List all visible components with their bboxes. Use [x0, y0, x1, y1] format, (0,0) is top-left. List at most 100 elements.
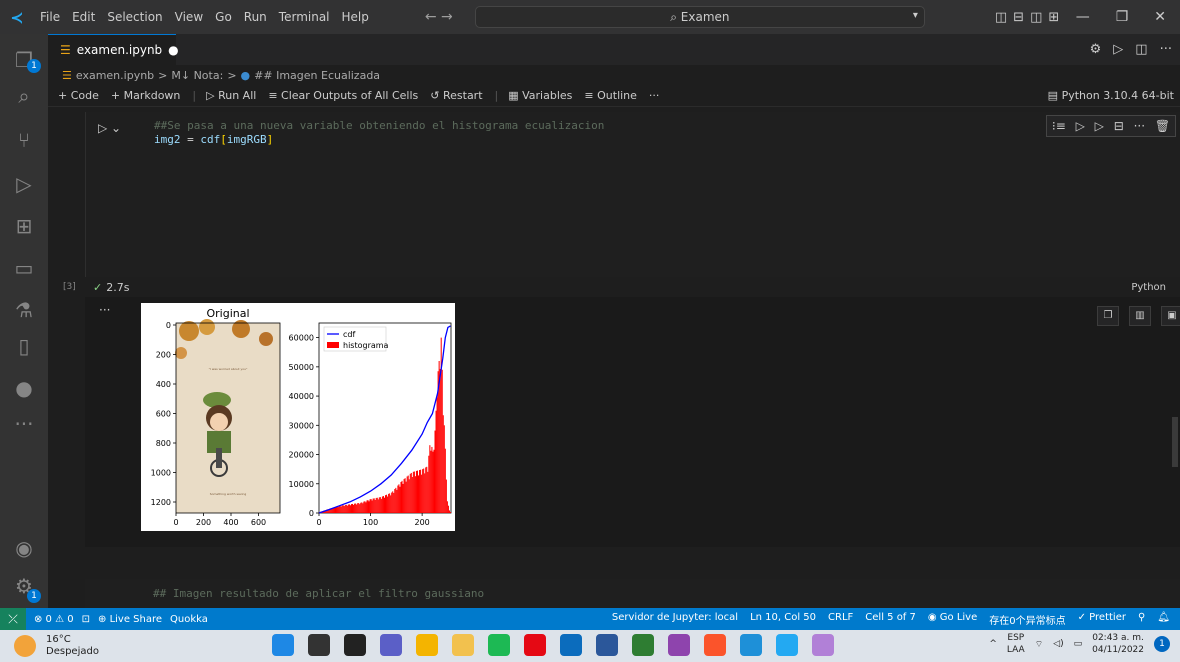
chevron-down-icon[interactable]: ▾ [913, 10, 918, 21]
accounts-icon[interactable]: ◉ [0, 536, 48, 560]
toggle-panel-icon[interactable]: ⊟ [1013, 10, 1024, 25]
scrollbar-thumb[interactable] [1172, 417, 1178, 467]
tray-chevron-icon[interactable]: ^ [989, 639, 997, 649]
clear-outputs-button[interactable]: ≡ Clear Outputs of All Cells [268, 89, 418, 102]
source-control-icon[interactable]: ⑂ [0, 128, 48, 152]
visual-studio-icon[interactable] [812, 634, 834, 656]
customize-layout-icon[interactable]: ⊞ [1048, 10, 1059, 25]
battery-icon[interactable]: ▭ [1074, 639, 1083, 649]
menu-run[interactable]: Run [238, 10, 273, 24]
minimize-icon[interactable]: — [1076, 9, 1090, 25]
cell-language[interactable]: Python [1131, 282, 1166, 293]
split-cell-icon[interactable]: ⊟ [1114, 119, 1124, 133]
notification-badge[interactable]: 1 [1154, 636, 1170, 652]
breadcrumb-section[interactable]: M↓ Nota: [171, 69, 223, 82]
cell-code[interactable]: ## Imagen resultado de aplicar el filtro… [153, 587, 484, 601]
menu-edit[interactable]: Edit [66, 10, 101, 24]
copy-output-icon[interactable]: ❐ [1097, 306, 1119, 326]
menu-help[interactable]: Help [336, 10, 375, 24]
nav-arrows[interactable]: ← → [425, 9, 465, 25]
cursor-position[interactable]: Ln 10, Col 50 [750, 612, 816, 627]
extensions-icon[interactable]: ⊞ [0, 214, 48, 238]
port-icon[interactable]: ⊡ [82, 614, 90, 625]
spotify-icon[interactable]: ● [0, 376, 48, 400]
breadcrumb-file[interactable]: examen.ipynb [76, 69, 154, 82]
photos-icon[interactable] [632, 634, 654, 656]
eol-status[interactable]: CRLF [828, 612, 853, 627]
delete-cell-icon[interactable]: 🗑 [1155, 119, 1170, 133]
cell-code[interactable]: ##Se pasa a una nueva variable obteniend… [154, 119, 604, 147]
brave-icon[interactable] [704, 634, 726, 656]
more-cell-icon[interactable]: ··· [1134, 119, 1145, 133]
open-plot-viewer-icon[interactable]: ▥ [1129, 306, 1151, 326]
more-icon[interactable]: ··· [0, 412, 48, 436]
liveshare-status[interactable]: ⊕ Live Share [98, 614, 162, 625]
quokka-status[interactable]: Quokka [170, 614, 208, 625]
bell-icon[interactable]: 🔔︎ [1157, 612, 1170, 627]
more-toolbar-button[interactable]: ··· [649, 89, 660, 102]
cell-position[interactable]: Cell 5 of 7 [865, 612, 916, 627]
spotify-icon[interactable] [488, 634, 510, 656]
run-by-line-icon[interactable]: ⁝≡ [1052, 119, 1066, 133]
toggle-secondary-sidebar-icon[interactable]: ◫ [1030, 10, 1042, 25]
variables-button[interactable]: ▦ Variables [508, 89, 572, 102]
weather-widget[interactable]: 16°C Despejado [14, 634, 99, 658]
prettier-status[interactable]: ✓ Prettier [1078, 612, 1126, 627]
add-code-button[interactable]: + Code [58, 89, 99, 102]
jupyter-icon[interactable]: ▯ [0, 334, 48, 358]
execute-below-icon[interactable]: ▷ [1095, 119, 1104, 133]
golive-status[interactable]: ◉ Go Live [928, 612, 977, 627]
testing-icon[interactable]: ⚗ [0, 298, 48, 322]
restore-icon[interactable]: ❐ [1116, 9, 1129, 25]
problems-status[interactable]: ⊗ 0 ⚠ 0 [34, 614, 74, 625]
punctuation-check-status[interactable]: 存在0个异常标点 [989, 612, 1065, 627]
outline-button[interactable]: ≡ Outline [584, 89, 637, 102]
teams-chat-icon[interactable] [380, 634, 402, 656]
output-more-icon[interactable]: ··· [99, 303, 110, 317]
add-markdown-button[interactable]: + Markdown [111, 89, 181, 102]
close-icon[interactable]: ✕ [1154, 9, 1166, 25]
windows-start-icon[interactable] [272, 634, 294, 656]
markdown-cell[interactable]: ## Imagen resultado de aplicar el filtro… [85, 579, 1180, 608]
run-icon[interactable]: ▷ [1113, 42, 1123, 57]
netflix-icon[interactable] [524, 634, 546, 656]
menu-terminal[interactable]: Terminal [273, 10, 336, 24]
more-actions-icon[interactable]: ··· [1160, 42, 1172, 57]
unsaved-dot-icon[interactable]: ● [168, 43, 178, 57]
search-icon[interactable]: ⌕ [0, 84, 48, 108]
feedback-icon[interactable]: ⚲ [1138, 612, 1145, 627]
vscode-icon[interactable] [776, 634, 798, 656]
run-all-button[interactable]: ▷ Run All [206, 89, 256, 102]
run-debug-icon[interactable]: ▷ [0, 172, 48, 196]
breadcrumb-item[interactable]: ## Imagen Ecualizada [254, 69, 380, 82]
word-icon[interactable] [596, 634, 618, 656]
menu-file[interactable]: File [34, 10, 66, 24]
task-view-icon[interactable] [344, 634, 366, 656]
kernel-picker[interactable]: ▤ Python 3.10.4 64-bit [1048, 89, 1174, 102]
clock[interactable]: 02:43 a. m. 04/11/2022 [1092, 632, 1144, 656]
remote-indicator-icon[interactable]: ⤫ [0, 608, 26, 630]
restart-button[interactable]: ↺ Restart [430, 89, 482, 102]
command-center[interactable]: ⌕ Examen ▾ [474, 6, 925, 28]
split-editor-icon[interactable]: ◫ [1135, 42, 1147, 57]
menu-view[interactable]: View [169, 10, 209, 24]
gear-icon[interactable]: ⚙ [1090, 42, 1102, 57]
tab-examen[interactable]: ☰ examen.ipynb ● [48, 34, 179, 65]
explorer-icon[interactable]: ❐ [0, 48, 48, 72]
code-cell[interactable]: ▷ ⌄ ##Se pasa a una nueva variable obten… [85, 112, 1180, 277]
volume-icon[interactable]: ◁) [1053, 639, 1063, 649]
menu-selection[interactable]: Selection [101, 10, 168, 24]
jupyter-server-status[interactable]: Servidor de Jupyter: local [612, 612, 738, 627]
input-language[interactable]: ESP LAA [1007, 632, 1025, 656]
toggle-sidebar-icon[interactable]: ◫ [995, 10, 1007, 25]
run-cell-icon[interactable]: ▷ ⌄ [98, 121, 121, 135]
remote-explorer-icon[interactable]: ▭ [0, 256, 48, 280]
wifi-icon[interactable]: ⌔ [1035, 639, 1043, 650]
search-icon[interactable] [308, 634, 330, 656]
browser-pink-icon[interactable] [668, 634, 690, 656]
save-output-icon[interactable]: ▣ [1161, 306, 1180, 326]
mail-icon[interactable] [560, 634, 582, 656]
chrome-icon[interactable] [416, 634, 438, 656]
execute-above-icon[interactable]: ▷ [1076, 119, 1085, 133]
file-explorer-icon[interactable] [452, 634, 474, 656]
